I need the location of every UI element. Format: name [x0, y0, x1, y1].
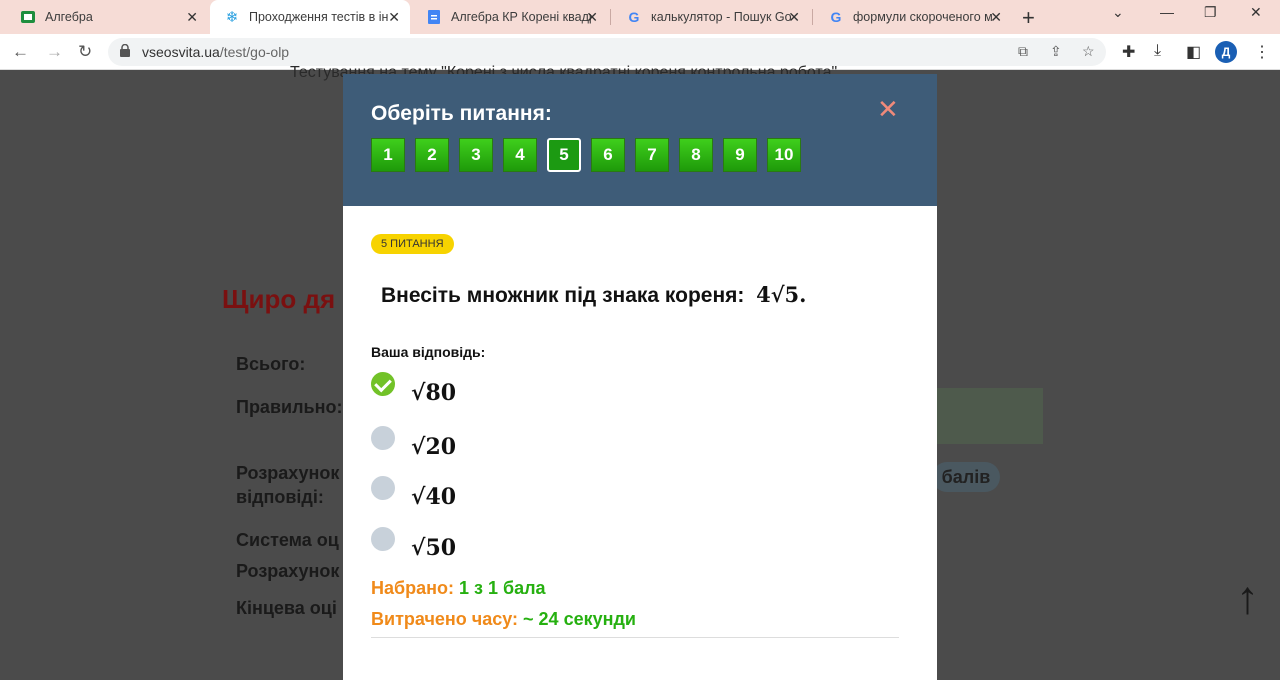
minimize-icon[interactable]: — — [1160, 4, 1174, 20]
tab-strip: Алгебра ✕ ❄ Проходження тестів в ін ✕ Ал… — [0, 0, 1280, 34]
question-button-9[interactable]: 9 — [723, 138, 757, 172]
background-row: Розрахунок — [236, 463, 340, 483]
question-text: Внесіть множник під знака кореня: 4√5. — [381, 282, 806, 308]
tab-formulas[interactable]: G формули скороченого м ✕ — [814, 0, 1012, 34]
answer-option[interactable]: √50 — [371, 527, 871, 567]
background-row: Правильно: — [236, 397, 343, 417]
close-tab-icon[interactable]: ✕ — [186, 9, 198, 26]
background-row: Система оц — [236, 530, 339, 550]
avatar[interactable]: Д — [1215, 41, 1237, 63]
question-button-7[interactable]: 7 — [635, 138, 669, 172]
close-window-icon[interactable]: ✕ — [1250, 4, 1262, 21]
score-key: Набрано: — [371, 578, 454, 598]
question-modal: Оберіть питання: ✕ 1 2 3 4 5 6 7 8 9 10 … — [343, 74, 937, 680]
question-button-6[interactable]: 6 — [591, 138, 625, 172]
divider — [371, 637, 899, 638]
menu-icon[interactable]: ⋮ — [1254, 42, 1270, 62]
google-icon: G — [830, 9, 842, 25]
question-label: Внесіть множник під знака кореня: — [381, 284, 745, 307]
radio-icon[interactable] — [371, 476, 395, 500]
tab-separator — [812, 9, 813, 25]
background-row: Всього: — [236, 354, 306, 374]
question-math: 4√5. — [756, 282, 807, 307]
question-badge: 5 ПИТАННЯ — [371, 234, 454, 254]
translate-icon[interactable]: ⧉ — [1018, 43, 1028, 60]
answer-option[interactable]: √40 — [371, 476, 871, 516]
address-bar[interactable]: vseosvita.ua/test/go-olp ⧉ ⇪ ☆ — [108, 38, 1106, 66]
question-button-8[interactable]: 8 — [679, 138, 713, 172]
share-icon[interactable]: ⇪ — [1050, 43, 1062, 60]
lock-icon — [120, 44, 130, 57]
download-icon[interactable]: ⤓ — [1154, 42, 1161, 60]
background-row: Розрахунок — [236, 561, 340, 581]
tab-separator — [610, 9, 611, 25]
modal-title: Оберіть питання: — [371, 102, 552, 125]
answer-label: Ваша відповідь: — [371, 344, 486, 360]
bookmark-star-icon[interactable]: ☆ — [1082, 43, 1095, 60]
tab-search-icon[interactable]: ⌄ — [1112, 4, 1124, 21]
url-path: /test/go-olp — [219, 44, 290, 60]
close-tab-icon[interactable]: ✕ — [990, 9, 1002, 26]
background-row: Кінцева оці — [236, 598, 337, 618]
background-row: відповіді: — [236, 487, 324, 507]
question-button-10[interactable]: 10 — [767, 138, 801, 172]
extensions-icon[interactable]: ✚ — [1122, 42, 1135, 62]
close-icon[interactable]: ✕ — [877, 94, 899, 125]
radio-icon[interactable] — [371, 426, 395, 450]
question-button-5[interactable]: 5 — [547, 138, 581, 172]
reload-icon[interactable]: ↻ — [78, 42, 92, 62]
checkmark-icon[interactable] — [371, 372, 395, 396]
snowflake-icon: ❄ — [225, 9, 239, 26]
time-value: ~ 24 секунди — [523, 609, 636, 629]
classroom-icon — [20, 9, 36, 25]
tab-tests[interactable]: ❄ Проходження тестів в ін ✕ — [210, 0, 410, 34]
side-panel-icon[interactable]: ◧ — [1186, 42, 1201, 62]
browser-chrome: Алгебра ✕ ❄ Проходження тестів в ін ✕ Ал… — [0, 0, 1280, 70]
score-value: 1 з 1 бала — [459, 578, 546, 598]
close-tab-icon[interactable]: ✕ — [788, 9, 800, 26]
background-pill: балів — [932, 462, 1000, 492]
question-button-3[interactable]: 3 — [459, 138, 493, 172]
time-key: Витрачено часу: — [371, 609, 519, 629]
google-icon: G — [628, 9, 640, 25]
new-tab-button[interactable]: + — [1022, 5, 1035, 31]
answer-option[interactable]: √80 — [371, 372, 871, 412]
answer-option[interactable]: √20 — [371, 426, 871, 466]
background-title: Щиро дя — [222, 284, 336, 314]
answer-option-text: √50 — [411, 535, 457, 561]
answer-option-text: √80 — [411, 380, 457, 406]
question-button-4[interactable]: 4 — [503, 138, 537, 172]
forward-icon[interactable]: → — [46, 42, 63, 62]
tab-algebra[interactable]: Алгебра ✕ — [6, 0, 208, 34]
url-host: vseosvita.ua — [142, 44, 220, 60]
background-highlight — [937, 388, 1043, 444]
tab-calculator[interactable]: G калькулятор - Пошук Go ✕ — [612, 0, 810, 34]
close-tab-icon[interactable]: ✕ — [388, 9, 400, 26]
close-tab-icon[interactable]: ✕ — [586, 9, 598, 26]
answer-option-text: √20 — [411, 434, 457, 460]
restore-icon[interactable]: ❐ — [1204, 4, 1217, 21]
back-icon[interactable]: ← — [12, 42, 29, 62]
scroll-top-arrow-icon[interactable]: ↑ — [1236, 570, 1259, 624]
radio-icon[interactable] — [371, 527, 395, 551]
question-button-2[interactable]: 2 — [415, 138, 449, 172]
tab-algebra-kr[interactable]: Алгебра КР Корені квадр ✕ — [412, 0, 608, 34]
modal-header: Оберіть питання: ✕ 1 2 3 4 5 6 7 8 9 10 — [343, 74, 937, 206]
docs-icon — [426, 9, 442, 25]
answer-option-text: √40 — [411, 484, 457, 510]
score-line: Набрано: 1 з 1 бала — [371, 578, 546, 599]
question-nav: 1 2 3 4 5 6 7 8 9 10 — [371, 138, 801, 172]
time-line: Витрачено часу: ~ 24 секунди — [371, 609, 636, 630]
question-button-1[interactable]: 1 — [371, 138, 405, 172]
